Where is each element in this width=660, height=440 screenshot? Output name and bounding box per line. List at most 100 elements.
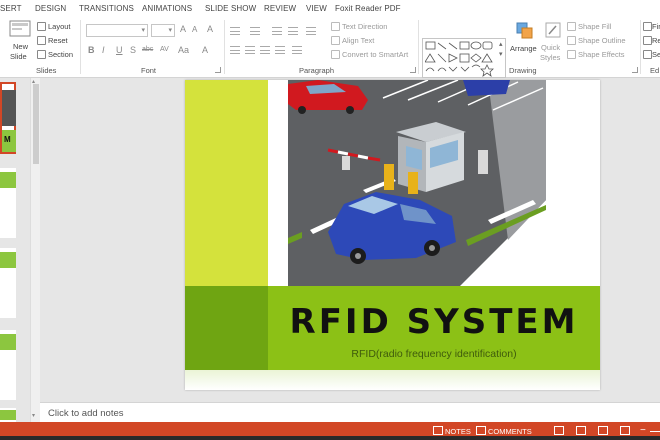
shapes-gallery[interactable] [422,38,506,78]
decrease-indent-icon[interactable] [272,27,282,35]
clear-format-button[interactable]: A [207,24,213,34]
gallery-scroll-up-icon[interactable]: ▴ [499,40,503,48]
slide-title[interactable]: RFID SYSTEM [268,302,600,342]
slide-thumbnail-1[interactable]: M [0,82,16,154]
reset-button[interactable]: Reset [48,36,68,45]
text-direction-button[interactable]: Text Direction [342,22,387,31]
layout-button[interactable]: Layout [48,22,71,31]
shrink-font-button[interactable]: A [192,25,197,34]
font-name-box[interactable]: ▾ [86,24,148,37]
thumbnail-scrollbar[interactable]: ▴ ▾ [30,78,40,422]
scroll-down-icon[interactable]: ▾ [32,412,35,419]
grow-font-button[interactable]: A [180,24,186,34]
thumbnail-text: M [4,135,11,144]
ribbon: New Slide Layout Reset Section Slides ▾ … [0,18,660,78]
slide-yellow-block [185,80,268,286]
layout-icon [37,22,46,31]
slide-thumbnail-4[interactable] [0,330,16,400]
font-group-label: Font [141,66,157,75]
scroll-up-icon[interactable]: ▴ [32,78,35,85]
zoom-slider[interactable] [650,431,660,432]
slide-sorter-icon[interactable] [576,426,586,435]
zoom-out-icon[interactable]: − [640,425,646,436]
group-separator [224,20,225,74]
font-dialog-launcher-icon[interactable] [215,67,221,73]
chevron-down-icon: ▾ [168,27,172,34]
replace-icon [643,36,652,45]
tab-design[interactable]: DESIGN [35,4,66,13]
quick-styles-icon [545,22,561,38]
reading-view-icon[interactable] [598,426,608,435]
new-slide-icon [9,20,31,37]
tab-animations[interactable]: ANIMATIONS [142,4,192,13]
align-center-icon[interactable] [245,46,255,54]
slide-thumbnail-2[interactable] [0,168,16,238]
italic-button[interactable]: I [102,45,105,55]
slide-show-icon[interactable] [620,426,630,435]
new-slide-button[interactable]: New Slide [6,20,34,64]
notes-placeholder[interactable]: Click to add notes [48,408,124,419]
notes-icon[interactable] [433,426,443,435]
underline-button[interactable]: U [116,45,123,55]
tab-insert[interactable]: SERT [0,4,22,13]
gallery-scroll-down-icon[interactable]: ▾ [499,50,503,58]
line-spacing-icon[interactable] [306,27,316,35]
tab-transitions[interactable]: TRANSITIONS [79,4,134,13]
arrange-label: Arrange [510,44,537,53]
replace-button[interactable]: Re [652,36,660,45]
align-left-icon[interactable] [230,46,240,54]
shadow-button[interactable]: S [130,45,136,55]
slide[interactable]: RFID SYSTEM RFID(radio frequency identif… [185,80,600,390]
font-color-button[interactable]: A [202,45,208,55]
numbering-icon[interactable] [250,27,260,35]
shape-outline-button[interactable]: Shape Outline [578,36,626,45]
comments-button[interactable]: COMMENTS [488,427,532,436]
text-direction-icon [331,22,340,31]
tab-view[interactable]: VIEW [306,4,327,13]
tab-foxit-reader-pdf[interactable]: Foxit Reader PDF [335,4,401,13]
slide-dark-green-block [185,286,268,370]
strikethrough-button[interactable]: abc [142,46,153,53]
comments-icon[interactable] [476,426,486,435]
increase-indent-icon[interactable] [288,27,298,35]
quick-styles-button[interactable]: Quick Styles [540,20,566,64]
arrange-button[interactable]: Arrange [510,20,540,62]
find-icon [643,22,652,31]
align-text-button[interactable]: Align Text [342,36,374,45]
align-right-icon[interactable] [260,46,270,54]
slide-thumbnail-pane: M ▴ ▾ [0,78,40,422]
align-text-icon [331,36,340,45]
bullets-icon[interactable] [230,27,240,35]
font-size-box[interactable]: ▾ [151,24,175,37]
character-spacing-button[interactable]: AV [160,46,169,53]
select-button[interactable]: Sel [652,50,660,59]
drawing-dialog-launcher-icon[interactable] [632,67,638,73]
tab-slide-show[interactable]: SLIDE SHOW [205,4,256,13]
shape-fill-button[interactable]: Shape Fill [578,22,611,31]
slide-thumbnail-3[interactable] [0,248,16,318]
slide-subtitle[interactable]: RFID(radio frequency identification) [268,348,600,360]
change-case-button[interactable]: Aa [178,45,189,55]
taskbar [0,436,660,440]
chevron-down-icon: ▾ [141,27,145,34]
notes-pane[interactable]: Click to add notes [40,402,660,422]
scrollbar-thumb[interactable] [33,84,39,164]
columns-icon[interactable] [292,46,302,54]
find-button[interactable]: Fir [652,22,660,31]
shape-fill-icon [567,22,576,31]
normal-view-icon[interactable] [554,426,564,435]
slide-thumbnail-5[interactable] [0,408,16,422]
ribbon-tabs: SERT DESIGN TRANSITIONS ANIMATIONS SLIDE… [0,0,660,18]
section-icon [37,50,46,59]
section-button[interactable]: Section [48,50,73,59]
paragraph-dialog-launcher-icon[interactable] [410,67,416,73]
notes-button[interactable]: NOTES [445,427,471,436]
shape-effects-button[interactable]: Shape Effects [578,50,625,59]
convert-to-smartart-button[interactable]: Convert to SmartArt [342,50,408,59]
justify-icon[interactable] [275,46,285,54]
bold-button[interactable]: B [88,45,95,55]
shapes-icon [425,41,494,77]
tab-review[interactable]: REVIEW [264,4,296,13]
parking-illustration-image[interactable] [288,80,546,286]
editing-group-label: Ed [650,66,660,75]
